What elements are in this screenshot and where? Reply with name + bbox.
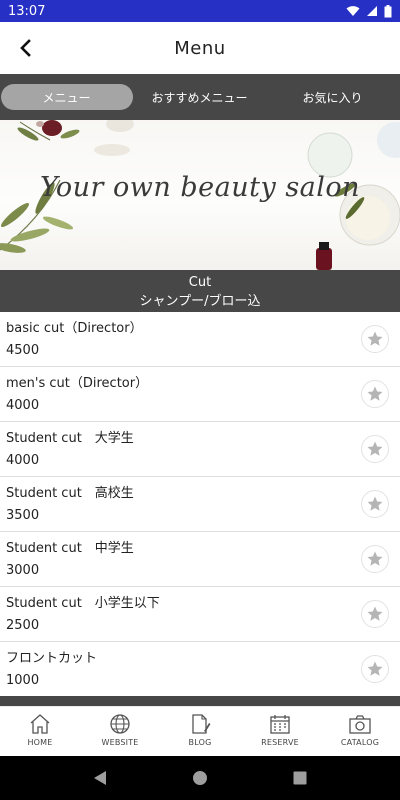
menu-item-price: 2500 bbox=[6, 618, 40, 633]
menu-item[interactable]: Student cut 大学生 4000 bbox=[0, 422, 400, 477]
menu-item-name: Student cut 小学生以下 bbox=[6, 596, 160, 611]
status-icons bbox=[346, 4, 392, 18]
banner-text: Your own beauty salon bbox=[39, 172, 361, 203]
star-icon bbox=[367, 661, 383, 676]
menu-item[interactable]: men's cut（Director） 4000 bbox=[0, 367, 400, 422]
menu-item-price: 4000 bbox=[6, 398, 40, 413]
star-icon bbox=[367, 551, 383, 566]
circle-home-icon bbox=[193, 771, 207, 785]
star-icon bbox=[367, 331, 383, 346]
bottom-nav: HOME WEBSITE BLOG RESERVE CATALOG bbox=[0, 706, 400, 756]
page-title: Menu bbox=[174, 37, 226, 59]
globe-icon bbox=[110, 714, 130, 734]
wifi-icon bbox=[346, 6, 360, 16]
signal-icon bbox=[367, 6, 377, 16]
tab-favorites[interactable]: お気に入り bbox=[266, 74, 399, 120]
nav-blog-label: BLOG bbox=[188, 738, 212, 747]
menu-list: basic cut（Director） 4500 men's cut（Directo… bbox=[0, 312, 400, 696]
chevron-left-icon bbox=[20, 39, 31, 57]
tab-bar: メニュー おすすめメニュー お気に入り bbox=[0, 74, 400, 120]
back-button[interactable] bbox=[12, 34, 40, 62]
calendar-icon bbox=[270, 715, 290, 734]
next-section-header bbox=[0, 696, 400, 706]
nav-blog[interactable]: BLOG bbox=[160, 707, 240, 757]
menu-item[interactable]: Student cut 中学生 3000 bbox=[0, 532, 400, 587]
status-time: 13:07 bbox=[8, 3, 46, 19]
star-icon bbox=[367, 496, 383, 511]
tab-recommended-label: おすすめメニュー bbox=[151, 90, 248, 105]
section-header: Cut シャンプー/ブロー込 bbox=[0, 270, 400, 312]
battery-icon bbox=[384, 4, 392, 17]
menu-item-price: 3000 bbox=[6, 563, 40, 578]
menu-item-name: basic cut（Director） bbox=[6, 321, 143, 336]
menu-item-price: 1000 bbox=[6, 673, 40, 688]
camera-icon bbox=[349, 715, 371, 734]
menu-item-price: 3500 bbox=[6, 508, 40, 523]
favorite-button[interactable] bbox=[361, 380, 389, 408]
nav-website-label: WEBSITE bbox=[101, 738, 139, 747]
nav-reserve[interactable]: RESERVE bbox=[240, 707, 320, 757]
nav-catalog-label: CATALOG bbox=[340, 738, 380, 747]
nav-catalog[interactable]: CATALOG bbox=[320, 707, 400, 757]
menu-item-name: フロントカット bbox=[6, 651, 98, 666]
home-icon bbox=[30, 714, 50, 734]
favorite-button[interactable] bbox=[361, 490, 389, 518]
status-bar: 13:07 bbox=[0, 0, 400, 22]
system-recents-button[interactable] bbox=[280, 758, 320, 798]
menu-item[interactable]: Student cut 高校生 3500 bbox=[0, 477, 400, 532]
section-title: Cut bbox=[188, 275, 212, 290]
tab-favorites-label: お気に入り bbox=[302, 90, 363, 105]
tab-menu-label: メニュー bbox=[0, 84, 133, 110]
system-home-button[interactable] bbox=[180, 758, 220, 798]
star-icon bbox=[367, 386, 383, 401]
tab-menu[interactable]: メニュー bbox=[0, 74, 133, 120]
section-subtitle: シャンプー/ブロー込 bbox=[139, 294, 261, 309]
banner-image: Your own beauty salon bbox=[0, 120, 400, 270]
star-icon bbox=[367, 441, 383, 456]
favorite-button[interactable] bbox=[361, 655, 389, 683]
menu-item-name: Student cut 大学生 bbox=[6, 431, 134, 446]
nav-home-label: HOME bbox=[27, 738, 53, 747]
app-header: Menu bbox=[0, 22, 400, 74]
square-recents-icon bbox=[293, 771, 307, 785]
menu-item-price: 4500 bbox=[6, 343, 40, 358]
system-nav-bar bbox=[0, 756, 400, 800]
favorite-button[interactable] bbox=[361, 325, 389, 353]
menu-item[interactable]: basic cut（Director） 4500 bbox=[0, 312, 400, 367]
tab-recommended[interactable]: おすすめメニュー bbox=[133, 74, 266, 120]
menu-item-name: men's cut（Director） bbox=[6, 376, 149, 391]
menu-item-name: Student cut 中学生 bbox=[6, 541, 134, 556]
menu-item[interactable]: Student cut 小学生以下 2500 bbox=[0, 587, 400, 642]
favorite-button[interactable] bbox=[361, 600, 389, 628]
triangle-back-icon bbox=[94, 771, 106, 785]
blog-icon bbox=[192, 714, 211, 734]
star-icon bbox=[367, 606, 383, 621]
favorite-button[interactable] bbox=[361, 435, 389, 463]
favorite-button[interactable] bbox=[361, 545, 389, 573]
menu-item[interactable]: フロントカット 1000 bbox=[0, 642, 400, 696]
system-back-button[interactable] bbox=[80, 758, 120, 798]
menu-item-name: Student cut 高校生 bbox=[6, 486, 134, 501]
menu-item-price: 4000 bbox=[6, 453, 40, 468]
nav-website[interactable]: WEBSITE bbox=[80, 707, 160, 757]
nav-reserve-label: RESERVE bbox=[261, 738, 299, 747]
nav-home[interactable]: HOME bbox=[0, 707, 80, 757]
